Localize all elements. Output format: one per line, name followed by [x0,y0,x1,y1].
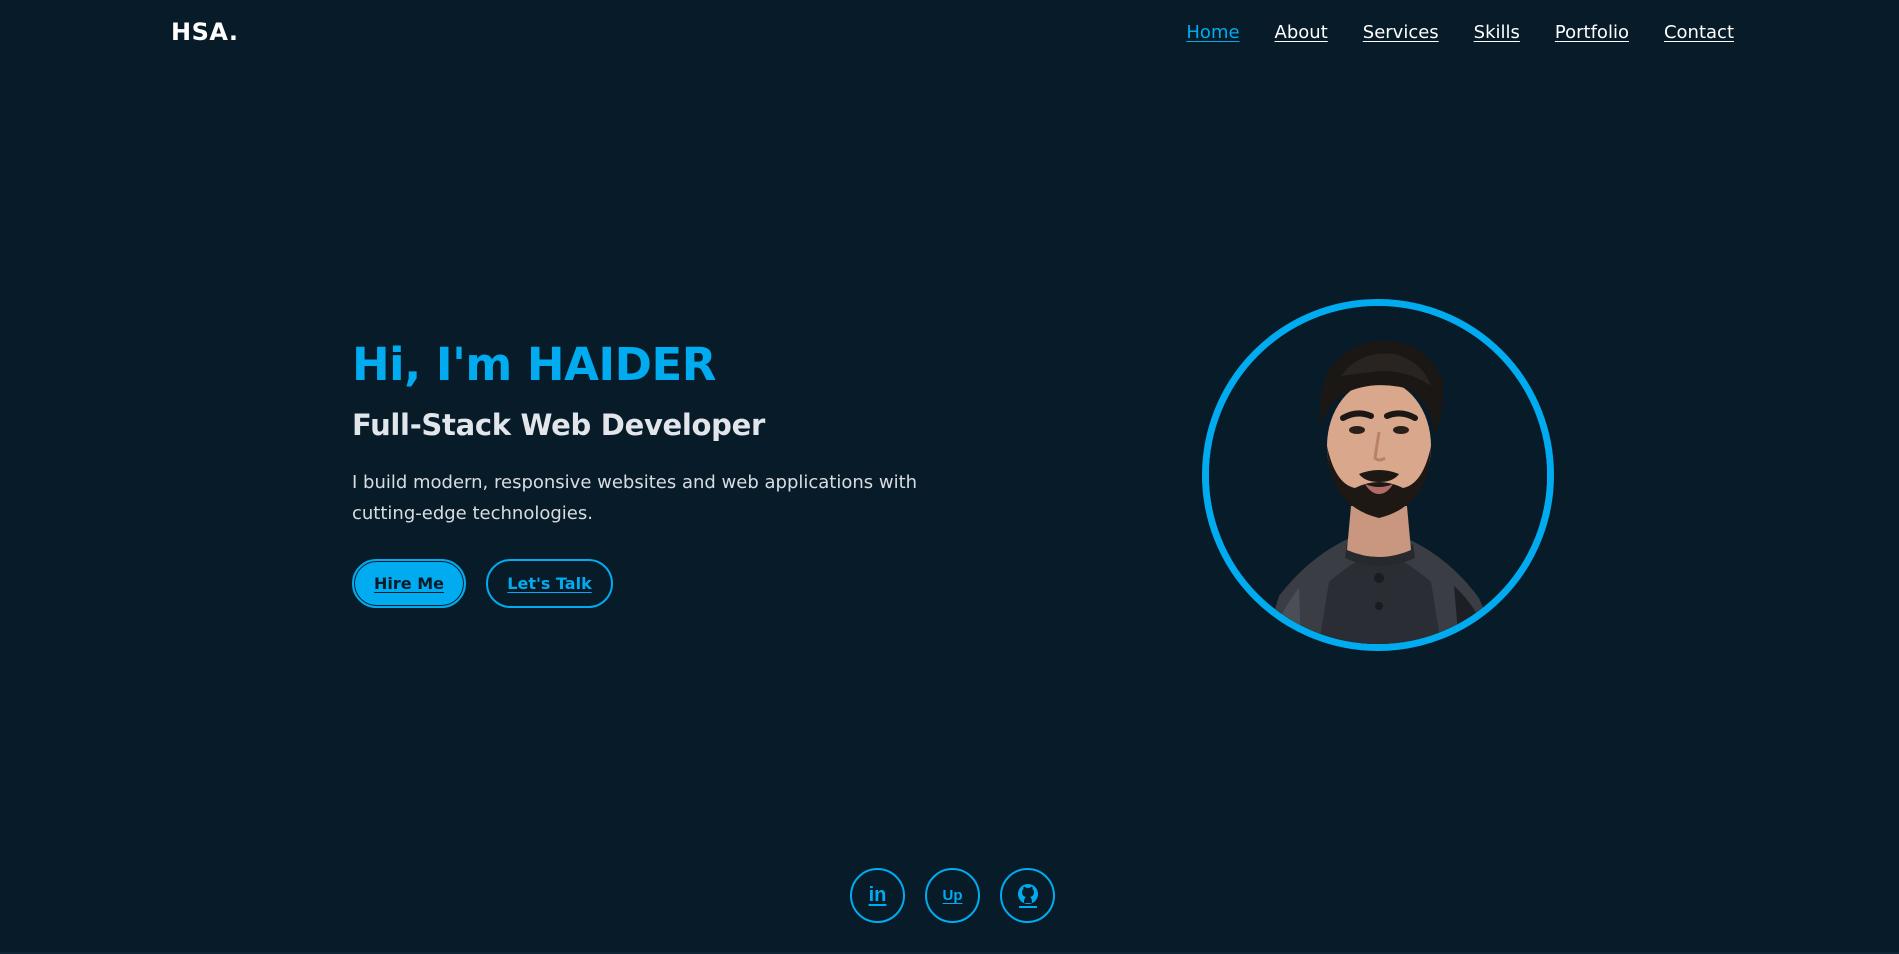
page: HSA. Home About Services Skills Portfoli… [0,0,1899,954]
upwork-icon[interactable]: Up [925,868,980,923]
upwork-glyph: Up [942,887,963,904]
hero-description: I build modern, responsive websites and … [352,472,918,524]
github-icon[interactable] [1000,868,1055,923]
lets-talk-button[interactable]: Let's Talk [486,559,613,608]
linkedin-icon[interactable]: in [850,868,905,923]
profile-portrait-image [1209,306,1547,644]
linkedin-glyph: in [868,884,887,906]
hire-me-button[interactable]: Hire Me [352,559,466,608]
nav-home[interactable]: Home [1186,22,1239,43]
hero-title: Hi, I'm HAIDER [352,338,716,391]
github-glyph [1017,883,1038,908]
nav-skills[interactable]: Skills [1474,22,1520,43]
nav-portfolio[interactable]: Portfolio [1555,22,1629,43]
hero-subtitle: Full-Stack Web Developer [352,408,766,442]
site-header: HSA. Home About Services Skills Portfoli… [0,0,1899,70]
hero-section: Hi, I'm HAIDER Full-Stack Web Developer … [352,337,972,608]
nav-about[interactable]: About [1275,22,1328,43]
site-logo[interactable]: HSA. [171,18,239,46]
nav-services[interactable]: Services [1363,22,1439,43]
profile-photo [1202,299,1554,651]
hero-buttons: Hire Me Let's Talk [352,559,972,608]
nav-contact[interactable]: Contact [1664,22,1734,43]
social-links: in Up [850,868,1055,923]
main-nav: Home About Services Skills Portfolio Con… [1186,22,1734,43]
